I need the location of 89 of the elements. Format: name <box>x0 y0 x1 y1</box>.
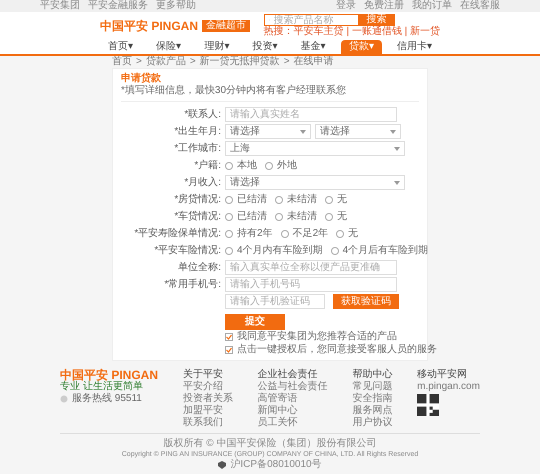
radio-option[interactable]: 无 <box>325 194 347 206</box>
radio-option[interactable]: 持有2年 <box>225 228 273 240</box>
select-field[interactable]: 请选择 <box>225 175 405 190</box>
footer-link[interactable]: m.pingan.com <box>417 381 480 393</box>
dropdown-caret-icon <box>300 130 306 134</box>
form-subtitle: *填写详细信息，最快30分钟内将有客户经理联系您 <box>121 85 348 97</box>
radio-option[interactable]: 已结清 <box>225 194 267 206</box>
radio-option[interactable]: 不足2年 <box>280 228 328 240</box>
footer-link[interactable]: 服务网点 <box>352 405 392 417</box>
footer-link[interactable]: 高管寄语 <box>258 393 328 405</box>
footer-slogan: 专业 让生活更简单 <box>60 381 144 392</box>
field-label: *月收入: <box>183 176 222 188</box>
footer-link[interactable]: 新闻中心 <box>258 405 328 417</box>
field-label: *户籍: <box>193 160 222 172</box>
nav-tab[interactable]: 贷款▾ <box>340 40 382 54</box>
dropdown-caret-icon <box>394 180 400 184</box>
field-label: *平安寿险保单情况: <box>133 228 222 240</box>
search-button[interactable]: 搜索 <box>358 14 395 26</box>
verification-code-field[interactable]: 请输入手机验证码 <box>225 294 325 309</box>
agreement-checkbox[interactable] <box>225 333 233 341</box>
field-label: *出生年月: <box>173 126 222 138</box>
footer-link[interactable]: 公益与社会责任 <box>258 381 328 393</box>
footer-link[interactable]: 用户协议 <box>352 417 392 429</box>
radio-option[interactable]: 未结清 <box>275 210 317 222</box>
input-field[interactable]: 输入真实单位全称以便产品更准确 <box>225 260 397 275</box>
breadcrumb-link[interactable]: 首页 <box>112 56 132 68</box>
input-field[interactable]: 请输入手机号码 <box>225 277 397 292</box>
icp-number: 沪ICP备08010010号 <box>230 459 322 471</box>
breadcrumb-link[interactable]: 在线申请 <box>294 56 334 68</box>
dropdown-caret-icon <box>390 130 396 134</box>
store-badge: 金融超市 <box>202 20 250 32</box>
hotline: 服务热线 95511 <box>72 393 142 405</box>
logo: 中国平安 PINGAN <box>100 20 198 32</box>
get-code-button[interactable]: 获取验证码 <box>333 294 399 309</box>
radio-option[interactable]: 本地 <box>225 160 257 172</box>
select-field[interactable]: 请选择 <box>225 124 311 139</box>
top-link[interactable]: 登录 <box>336 0 356 12</box>
breadcrumb-separator: > <box>190 56 196 68</box>
radio-option[interactable]: 4个月内有车险到期 <box>225 244 323 256</box>
submit-button[interactable]: 提交 <box>225 314 285 330</box>
footer-column-title: 企业社会责任 <box>258 369 319 380</box>
agreement-text: 我同意平安集团为您推荐合适的产品 <box>237 331 397 343</box>
radio-option[interactable]: 未结清 <box>275 194 317 206</box>
input-field[interactable]: 请输入真实姓名 <box>225 107 397 122</box>
footer-column-title: 关于平安 <box>182 369 224 380</box>
form-title: 申请贷款 <box>121 73 162 84</box>
footer-link[interactable]: 加盟平安 <box>182 405 233 417</box>
nav-tab[interactable]: 信用卡▾ <box>388 40 440 54</box>
agreement-text: 点击一键授权后，您同意接受客服人员的服务 <box>237 344 437 356</box>
agreement-checkbox[interactable] <box>225 346 233 354</box>
field-label: *房贷情况: <box>173 194 222 206</box>
footer-link[interactable]: 投资者关系 <box>182 393 233 405</box>
field-label: *平安车险情况: <box>153 244 222 256</box>
radio-option[interactable]: 无 <box>336 228 358 240</box>
breadcrumb-separator: > <box>284 56 290 68</box>
nav-tab[interactable]: 首页▾ <box>100 40 141 54</box>
nav-tab[interactable]: 基金▾ <box>292 40 334 54</box>
qr-code-icon <box>417 394 440 416</box>
nav-tab[interactable]: 保险▾ <box>148 40 190 54</box>
nav-tab[interactable]: 理财▾ <box>196 40 238 54</box>
footer-logo: 中国平安 PINGAN <box>60 369 158 381</box>
dropdown-caret-icon <box>394 146 400 150</box>
footer-link[interactable]: 平安介绍 <box>182 381 233 393</box>
copyright: 版权所有 © 中国平安保险（集团）股份有限公司 <box>164 438 376 450</box>
footer-column-title: 移动平安网 <box>417 369 468 381</box>
field-label: *车贷情况: <box>173 210 222 222</box>
field-label: *联系人: <box>183 108 222 120</box>
footer-link[interactable]: 安全指南 <box>352 393 392 405</box>
select-field[interactable]: 上海 <box>225 141 405 156</box>
footer-link[interactable]: 员工关怀 <box>258 417 328 429</box>
footer-column-title: 帮助中心 <box>352 369 392 380</box>
radio-option[interactable]: 外地 <box>265 160 297 172</box>
breadcrumb-link[interactable]: 新一贷无抵押贷款 <box>200 56 280 68</box>
nav-tab[interactable]: 投资▾ <box>244 40 286 54</box>
footer-link[interactable]: 常见问题 <box>352 381 392 393</box>
footer-link[interactable]: 联系我们 <box>182 417 233 429</box>
top-link[interactable]: 更多帮助 <box>156 0 196 12</box>
radio-option[interactable]: 4个月后有车险到期 <box>330 244 428 256</box>
police-badge-icon <box>218 461 226 469</box>
radio-option[interactable]: 无 <box>325 210 347 222</box>
radio-option[interactable]: 已结清 <box>225 210 267 222</box>
top-link[interactable]: 我的订单 <box>412 0 452 12</box>
field-label: *常用手机号: <box>163 278 222 290</box>
select-field[interactable]: 请选择 <box>315 124 401 139</box>
breadcrumb-link[interactable]: 贷款产品 <box>146 56 186 68</box>
hot-words: 热搜：平安车主贷 | 一账通借钱 | 新一贷 <box>264 26 440 38</box>
field-label: 单位全称: <box>177 262 222 274</box>
field-label: *工作城市: <box>173 142 222 154</box>
breadcrumb-separator: > <box>136 56 142 68</box>
